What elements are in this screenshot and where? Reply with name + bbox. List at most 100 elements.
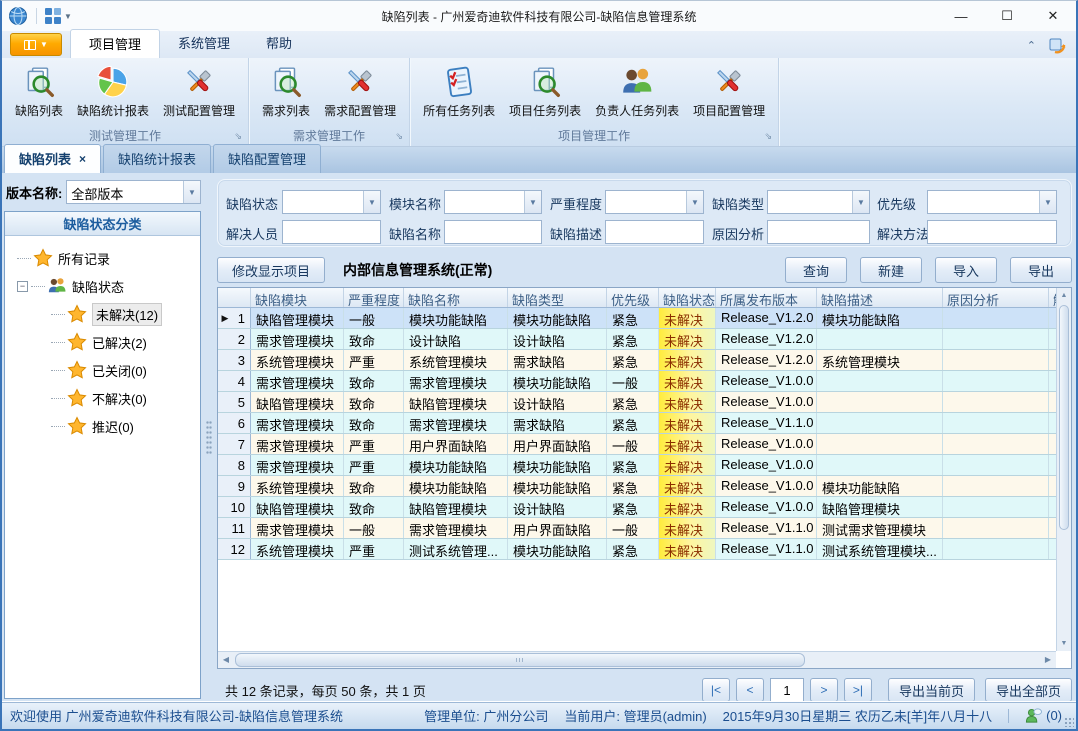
export-all-pages-button[interactable]: 导出全部页	[985, 678, 1072, 702]
filter-text-input[interactable]	[282, 220, 381, 244]
table-row[interactable]: 9系统管理模块致命模块功能缺陷模块功能缺陷紧急未解决Release_V1.0.0…	[218, 476, 1056, 497]
collapse-expander-icon[interactable]: −	[17, 281, 28, 292]
resize-grip-icon[interactable]	[1064, 717, 1074, 727]
grid-column-header[interactable]: 原因分析	[943, 288, 1049, 307]
close-tab-icon[interactable]: ×	[79, 152, 86, 166]
tree-item[interactable]: 不解决(0)	[11, 384, 198, 412]
filter-text-input[interactable]	[767, 220, 870, 244]
filter-combobox[interactable]: ▼	[927, 190, 1057, 214]
modify-columns-button[interactable]: 修改显示项目	[217, 257, 325, 283]
maximize-button[interactable]: ☐	[984, 1, 1030, 31]
ribbon-tab[interactable]: 帮助	[248, 29, 310, 58]
version-combobox[interactable]: 全部版本 ▼	[66, 180, 201, 204]
vertical-scrollbar[interactable]: ▲ ▼	[1056, 288, 1071, 651]
chevron-down-icon[interactable]: ▼	[183, 181, 200, 203]
dialog-launcher-icon[interactable]: ⇘	[235, 132, 243, 141]
tree-item[interactable]: 已解决(2)	[11, 328, 198, 356]
table-row[interactable]: 5缺陷管理模块致命缺陷管理模块设计缺陷紧急未解决Release_V1.0.0	[218, 392, 1056, 413]
table-row[interactable]: 3系统管理模块严重系统管理模块需求缺陷紧急未解决Release_V1.2.0系统…	[218, 350, 1056, 371]
quick-access-menu[interactable]: ▼	[45, 8, 72, 24]
filter-text-input[interactable]	[927, 220, 1057, 244]
table-cell	[817, 455, 943, 475]
ribbon-button[interactable]: 测试配置管理	[156, 62, 242, 121]
table-row[interactable]: 7需求管理模块严重用户界面缺陷用户界面缺陷一般未解决Release_V1.0.0	[218, 434, 1056, 455]
table-cell: 模块功能缺陷	[508, 476, 607, 496]
tree-item[interactable]: 推迟(0)	[11, 412, 198, 440]
style-switcher-icon[interactable]	[1048, 36, 1066, 54]
ribbon-tab[interactable]: 系统管理	[160, 29, 248, 58]
table-row[interactable]: ▶1缺陷管理模块一般模块功能缺陷模块功能缺陷紧急未解决Release_V1.2.…	[218, 308, 1056, 329]
table-row[interactable]: 6需求管理模块致命需求管理模块需求缺陷紧急未解决Release_V1.1.0	[218, 413, 1056, 434]
ribbon-button[interactable]: 需求配置管理	[317, 62, 403, 121]
horizontal-scrollbar[interactable]: ◀ ▶	[218, 651, 1056, 668]
grid-column-header[interactable]: 严重程度	[344, 288, 404, 307]
scroll-left-icon[interactable]: ◀	[218, 652, 234, 668]
table-row[interactable]: 11需求管理模块一般需求管理模块用户界面缺陷一般未解决Release_V1.1.…	[218, 518, 1056, 539]
tree-item[interactable]: 所有记录	[11, 244, 198, 272]
grid-column-header[interactable]: 缺陷类型	[508, 288, 607, 307]
grid-column-header[interactable]: 所属发布版本	[716, 288, 817, 307]
toolbar-action-button[interactable]: 导出	[1010, 257, 1072, 283]
document-tab[interactable]: 缺陷配置管理	[213, 144, 321, 173]
tree-item[interactable]: −缺陷状态	[11, 272, 198, 300]
toolbar-action-button[interactable]: 新建	[860, 257, 922, 283]
grid-column-header[interactable]: 缺陷模块	[251, 288, 344, 307]
document-tab[interactable]: 缺陷列表×	[4, 144, 101, 173]
grid-column-header[interactable]: 优先级	[607, 288, 659, 307]
splitter-handle[interactable]	[203, 173, 215, 701]
ribbon-button[interactable]: 项目任务列表	[502, 62, 588, 121]
chevron-down-icon[interactable]: ▼	[686, 191, 703, 213]
chevron-down-icon[interactable]: ▼	[363, 191, 380, 213]
filter-combobox[interactable]: ▼	[767, 190, 870, 214]
scroll-down-icon[interactable]: ▼	[1057, 636, 1071, 651]
online-users-indicator[interactable]: (0)	[1025, 707, 1062, 724]
ribbon-button-label: 需求列表	[262, 102, 310, 119]
export-current-page-button[interactable]: 导出当前页	[888, 678, 975, 702]
next-page-button[interactable]: >	[810, 678, 838, 702]
ribbon-tab[interactable]: 项目管理	[70, 29, 160, 58]
application-menu-button[interactable]: ▼	[10, 33, 62, 56]
table-row[interactable]: 12系统管理模块严重测试系统管理...模块功能缺陷紧急未解决Release_V1…	[218, 539, 1056, 560]
scroll-right-icon[interactable]: ▶	[1040, 652, 1056, 668]
table-row[interactable]: 2需求管理模块致命设计缺陷设计缺陷紧急未解决Release_V1.2.0	[218, 329, 1056, 350]
ribbon-button[interactable]: 负责人任务列表	[588, 62, 686, 121]
last-page-button[interactable]: >|	[844, 678, 872, 702]
dialog-launcher-icon[interactable]: ⇘	[396, 132, 404, 141]
close-button[interactable]: ✕	[1030, 1, 1076, 31]
table-row[interactable]: 10缺陷管理模块致命缺陷管理模块设计缺陷紧急未解决Release_V1.0.0缺…	[218, 497, 1056, 518]
grid-column-header[interactable]: 缺陷状态	[659, 288, 716, 307]
table-cell	[943, 455, 1049, 475]
chevron-down-icon[interactable]: ▼	[1039, 191, 1056, 213]
horizontal-scroll-thumb[interactable]	[235, 653, 805, 667]
filter-combobox[interactable]: ▼	[282, 190, 381, 214]
minimize-button[interactable]: —	[938, 1, 984, 31]
page-number-input[interactable]	[770, 678, 804, 702]
ribbon-button[interactable]: 缺陷统计报表	[70, 62, 156, 121]
ribbon-button[interactable]: 项目配置管理	[686, 62, 772, 121]
first-page-button[interactable]: |<	[702, 678, 730, 702]
chevron-down-icon[interactable]: ▼	[852, 191, 869, 213]
document-tab[interactable]: 缺陷统计报表	[103, 144, 211, 173]
table-row[interactable]: 8需求管理模块严重模块功能缺陷模块功能缺陷紧急未解决Release_V1.0.0	[218, 455, 1056, 476]
collapse-ribbon-icon[interactable]: ⌃	[1027, 39, 1036, 52]
toolbar-action-button[interactable]: 查询	[785, 257, 847, 283]
prev-page-button[interactable]: <	[736, 678, 764, 702]
filter-combobox[interactable]: ▼	[605, 190, 704, 214]
vertical-scroll-thumb[interactable]	[1059, 305, 1069, 530]
tree-item[interactable]: 已关闭(0)	[11, 356, 198, 384]
grid-column-header[interactable]: 缺陷名称	[404, 288, 508, 307]
scroll-up-icon[interactable]: ▲	[1057, 288, 1071, 303]
dialog-launcher-icon[interactable]: ⇘	[765, 132, 773, 141]
ribbon-button[interactable]: 所有任务列表	[416, 62, 502, 121]
toolbar-action-button[interactable]: 导入	[935, 257, 997, 283]
filter-combobox[interactable]: ▼	[444, 190, 542, 214]
tree-item[interactable]: 未解决(12)	[11, 300, 198, 328]
ribbon-button[interactable]: 缺陷列表	[8, 62, 70, 121]
filter-text-input[interactable]	[444, 220, 542, 244]
filter-text-input[interactable]	[605, 220, 704, 244]
grid-column-header[interactable]: 解决	[1049, 288, 1056, 307]
ribbon-button[interactable]: 需求列表	[255, 62, 317, 121]
table-row[interactable]: 4需求管理模块致命需求管理模块模块功能缺陷一般未解决Release_V1.0.0	[218, 371, 1056, 392]
chevron-down-icon[interactable]: ▼	[524, 191, 541, 213]
grid-column-header[interactable]: 缺陷描述	[817, 288, 943, 307]
